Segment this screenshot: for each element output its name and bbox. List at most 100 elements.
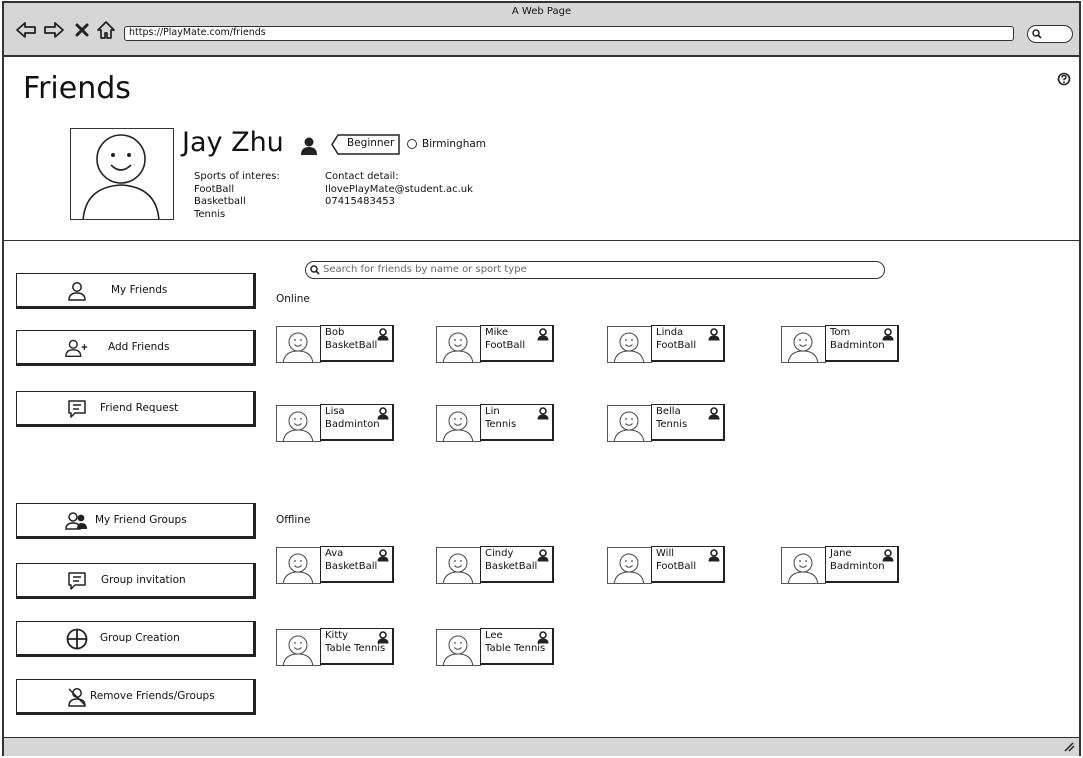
user-icon	[537, 407, 549, 420]
friend-card[interactable]: Lin Tennis	[436, 404, 556, 442]
friend-card[interactable]: Bella Tennis	[607, 404, 727, 442]
window-title: A Web Page	[511, 6, 572, 17]
help-icon[interactable]	[1057, 72, 1071, 89]
sport-item: Tennis	[194, 208, 226, 220]
friend-card[interactable]: Jane Badminton	[781, 546, 901, 584]
friend-card[interactable]: Will FootBall	[607, 546, 727, 584]
user-icon	[65, 280, 89, 302]
friend-card[interactable]: Kitty Table Tennis	[276, 628, 396, 666]
resize-grip-icon[interactable]	[1063, 742, 1075, 752]
friend-card[interactable]: Linda FootBall	[607, 325, 727, 363]
friend-avatar-icon	[436, 326, 481, 363]
user-icon	[882, 549, 894, 562]
status-bar	[4, 737, 1079, 756]
friend-avatar-icon	[436, 405, 481, 442]
friend-search-input[interactable]: Search for friends by name or sport type	[305, 261, 885, 279]
user-icon	[537, 549, 549, 562]
profile-header: Friends Jay Zhu Beginner Birmingham Spor…	[4, 57, 1079, 241]
friend-sport: FootBall	[656, 560, 697, 572]
user-icon	[377, 328, 389, 341]
friend-avatar-icon	[276, 629, 321, 666]
friend-card[interactable]: Bob BasketBall	[276, 325, 396, 363]
group-invitation-button[interactable]: Group invitation	[16, 563, 256, 599]
plus-circle-icon	[65, 628, 89, 650]
offline-label: Offline	[276, 514, 311, 526]
friend-sport: Table Tennis	[325, 642, 386, 654]
friend-sport: FootBall	[485, 339, 526, 351]
friend-avatar-icon	[781, 547, 826, 584]
user-remove-icon	[65, 686, 89, 708]
group-invitation-label: Group invitation	[101, 574, 186, 586]
friend-sport: Badminton	[830, 339, 885, 351]
location: Birmingham	[407, 138, 486, 150]
friend-card[interactable]: Ava BasketBall	[276, 546, 396, 584]
user-icon	[377, 407, 389, 420]
friend-avatar-icon	[607, 405, 652, 442]
friend-avatar-icon	[276, 326, 321, 363]
sport-item: Basketball	[194, 196, 246, 207]
my-friends-label: My Friends	[111, 284, 168, 296]
close-x-icon[interactable]	[70, 19, 94, 41]
page-title: Friends	[23, 71, 131, 106]
avatar-icon	[82, 134, 160, 219]
friend-sport: FootBall	[656, 339, 697, 351]
friend-sport: Tennis	[485, 418, 517, 430]
user-icon	[882, 328, 894, 341]
location-label: Birmingham	[422, 138, 487, 150]
group-creation-button[interactable]: Group Creation	[16, 621, 256, 657]
friend-card[interactable]: Cindy BasketBall	[436, 546, 556, 584]
user-icon	[300, 136, 318, 159]
search-icon	[310, 265, 320, 275]
users-icon	[65, 510, 89, 532]
profile-avatar	[70, 128, 174, 220]
user-icon	[708, 549, 720, 562]
back-arrow-icon[interactable]	[14, 19, 38, 41]
friend-sport: Tennis	[656, 418, 688, 430]
friend-avatar-icon	[607, 326, 652, 363]
user-name: Jay Zhu	[182, 127, 284, 158]
add-friends-button[interactable]: Add Friends	[16, 330, 256, 366]
sports-heading: Sports of interes:	[194, 171, 280, 182]
friend-card[interactable]: Mike FootBall	[436, 325, 556, 363]
message-icon	[65, 398, 89, 420]
friend-avatar-icon	[276, 547, 321, 584]
friend-sport: BasketBall	[485, 560, 538, 572]
friend-card[interactable]: Lee Table Tennis	[436, 628, 556, 666]
friend-request-button[interactable]: Friend Request	[16, 391, 256, 427]
message-icon	[65, 570, 89, 592]
friend-sport: Badminton	[325, 418, 380, 430]
friend-card[interactable]: Lisa Badminton	[276, 404, 396, 442]
user-icon	[708, 407, 720, 420]
user-icon	[377, 549, 389, 562]
my-friends-button[interactable]: My Friends	[16, 273, 256, 309]
friend-request-label: Friend Request	[100, 402, 179, 414]
contact-email: IlovePlayMate@student.ac.uk	[325, 183, 473, 195]
friend-avatar-icon	[607, 547, 652, 584]
add-friends-label: Add Friends	[108, 341, 170, 353]
contact-phone: 07415483453	[325, 196, 395, 207]
browser-titlebar: A Web Page https://PlayMate.com/friends	[4, 3, 1079, 57]
home-icon[interactable]	[94, 19, 118, 41]
user-icon	[537, 631, 549, 644]
sports-of-interest: Sports of interes: FootBall Basketball T…	[194, 171, 280, 221]
remove-friends-groups-button[interactable]: Remove Friends/Groups	[16, 679, 256, 715]
contact-detail: Contact detail: IlovePlayMate@student.ac…	[325, 171, 473, 209]
friend-sport: Badminton	[830, 560, 885, 572]
friend-card[interactable]: Tom Badminton	[781, 325, 901, 363]
remove-friends-groups-label: Remove Friends/Groups	[90, 690, 215, 702]
my-friend-groups-label: My Friend Groups	[95, 514, 187, 526]
my-friend-groups-button[interactable]: My Friend Groups	[16, 503, 256, 539]
user-plus-icon	[65, 337, 89, 359]
forward-arrow-icon[interactable]	[42, 19, 66, 41]
user-icon	[377, 631, 389, 644]
user-icon	[537, 328, 549, 341]
friend-avatar-icon	[436, 547, 481, 584]
friend-sport: BasketBall	[325, 560, 378, 572]
location-radio[interactable]	[407, 139, 417, 149]
browser-window: A Web Page https://PlayMate.com/friends …	[2, 1, 1081, 756]
level-label: Beginner	[347, 137, 395, 149]
url-bar[interactable]: https://PlayMate.com/friends	[124, 26, 1014, 41]
friend-sport: BasketBall	[325, 339, 378, 351]
browser-search-button[interactable]	[1027, 25, 1073, 43]
friend-avatar-icon	[436, 629, 481, 666]
